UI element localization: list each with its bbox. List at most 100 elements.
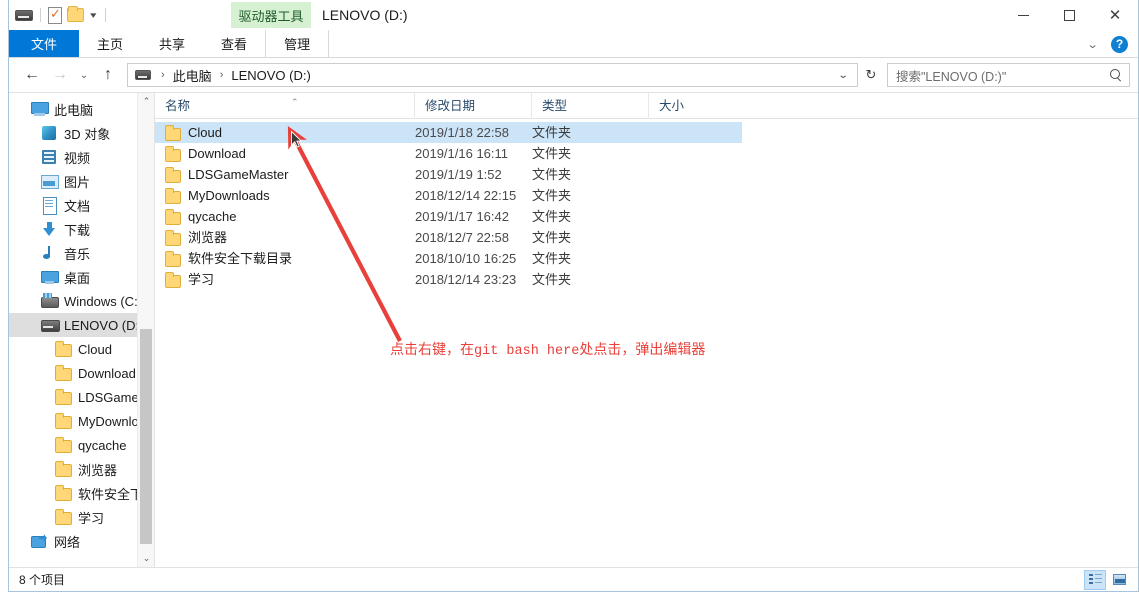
annotation-text-after: 处点击，弹出编辑器 [579,341,706,357]
scroll-down-button[interactable]: ⌄ [138,550,154,567]
breadcrumb-separator-0[interactable]: › [155,69,171,81]
nav-item-7[interactable]: 桌面 [9,265,154,289]
annotation-text: 点击右键，在git bash here处点击，弹出编辑器 [390,339,705,359]
table-row[interactable]: MyDownloads 2018/12/14 22:15 文件夹 [155,185,742,206]
table-row[interactable]: qycache 2019/1/17 16:42 文件夹 [155,206,742,227]
properties-icon[interactable] [48,5,62,24]
sort-ascending-icon: ⌃ [291,96,299,107]
drive-icon[interactable] [15,9,33,21]
nav-item-0[interactable]: 此电脑 [9,97,154,121]
table-row[interactable]: LDSGameMaster 2019/1/19 1:52 文件夹 [155,164,742,185]
chevron-down-icon[interactable]: ⌄ [1081,38,1103,51]
up-button[interactable]: ↑ [95,62,121,88]
new-folder-icon[interactable] [67,6,84,22]
cell-name: LDSGameMaster [155,164,415,185]
nav-item-2[interactable]: 视频 [9,145,154,169]
search-icon[interactable] [1110,68,1123,82]
annotation-text-before: 点击右键，在 [390,341,474,357]
table-row[interactable]: 浏览器 2018/12/7 22:58 文件夹 [155,227,742,248]
nav-item-12[interactable]: LDSGameMas [9,385,154,409]
back-button[interactable]: ← [19,62,45,88]
tab-home[interactable]: 主页 [79,30,141,57]
details-view-button[interactable] [1084,569,1106,590]
breadcrumb-this-pc[interactable]: 此电脑 [171,66,214,85]
scroll-up-button[interactable]: ⌃ [138,93,154,110]
large-icons-view-icon [1112,574,1126,585]
nav-item-13[interactable]: MyDownload [9,409,154,433]
nav-item-label: 浏览器 [78,462,118,478]
nav-item-label: Cloud [78,341,112,357]
large-icons-view-button[interactable] [1108,570,1130,590]
tab-share[interactable]: 共享 [141,30,203,57]
column-header-date[interactable]: 修改日期 [415,93,532,119]
video-icon [41,149,58,165]
folder-icon [55,365,72,381]
table-row[interactable]: Download 2019/1/16 16:11 文件夹 [155,143,742,164]
maximize-button[interactable] [1046,0,1092,30]
cdrive-icon [41,293,59,309]
recent-locations-button[interactable]: ⌄ [75,62,93,88]
nav-item-label: Download [78,365,136,381]
column-header-size[interactable]: 大小 [649,93,729,119]
nav-item-label: 网络 [54,534,81,550]
nav-item-4[interactable]: 文档 [9,193,154,217]
tab-manage[interactable]: 管理 [265,30,330,57]
maximize-icon [1063,9,1075,21]
cell-size [649,206,729,227]
status-bar: 8 个项目 [9,567,1138,591]
table-row[interactable]: 软件安全下载目录 2018/10/10 16:25 文件夹 [155,248,742,269]
folder-icon [55,461,72,477]
table-row[interactable]: Cloud 2019/1/18 22:58 文件夹 [155,122,742,143]
breadcrumb-lenovo-d[interactable]: LENOVO (D:) [229,68,312,83]
nav-item-11[interactable]: Download [9,361,154,385]
nav-item-16[interactable]: 软件安全下载目 [9,481,154,505]
search-box[interactable]: 搜索"LENOVO (D:)" [887,63,1130,87]
tab-view[interactable]: 查看 [203,30,265,57]
column-header-type[interactable]: 类型 [532,93,649,119]
nav-item-6[interactable]: 音乐 [9,241,154,265]
refresh-button[interactable]: ↻ [860,63,882,87]
cell-date: 2019/1/17 16:42 [415,209,509,224]
search-input[interactable]: 搜索"LENOVO (D:)" [896,66,1110,85]
nav-item-label: 学习 [78,510,105,526]
nav-item-17[interactable]: 学习 [9,505,154,529]
scrollbar-thumb[interactable] [140,329,152,544]
customize-chevron-icon[interactable]: ▾ [87,10,99,20]
nav-item-3[interactable]: 图片 [9,169,154,193]
folder-icon [165,251,181,267]
nav-item-10[interactable]: Cloud [9,337,154,361]
chevron-down-icon[interactable]: ⌄ [830,70,857,81]
explorer-frame: ▾ 驱动器工具 LENOVO (D:) ✕ 文件 主页 共享 [8,0,1139,592]
file-name-label: Cloud [188,125,222,140]
nav-item-8[interactable]: Windows (C:) [9,289,154,313]
qat-separator-1 [40,8,41,22]
folder-icon [165,146,181,162]
breadcrumb-separator-1[interactable]: › [214,69,230,81]
nav-item-9[interactable]: LENOVO (D:) [9,313,154,337]
table-row[interactable]: 学习 2018/12/14 23:23 文件夹 [155,269,742,290]
minimize-icon [1017,14,1029,16]
help-icon[interactable]: ? [1111,35,1128,53]
nav-item-15[interactable]: 浏览器 [9,457,154,481]
cell-size [649,248,729,269]
minimize-button[interactable] [1000,0,1046,30]
address-bar[interactable]: › 此电脑 › LENOVO (D:) ⌄ [127,63,858,87]
cell-size [649,143,729,164]
close-button[interactable]: ✕ [1092,0,1138,30]
navigation-pane: 此电脑 3D 对象 视频 图片 文档 下载 音乐 桌面 Windows (C:) LENOVO (… [9,93,154,567]
nav-item-18[interactable]: 网络 [9,529,154,553]
cell-type: 文件夹 [532,125,572,140]
view-toggle-group [1084,569,1134,590]
file-name-label: Download [188,146,246,161]
cell-type: 文件夹 [532,167,572,182]
column-header-name[interactable]: 名称 ⌃ [155,93,415,119]
folder-icon [165,230,181,246]
nav-item-1[interactable]: 3D 对象 [9,121,154,145]
tab-file[interactable]: 文件 [9,30,80,57]
navigation-scrollbar[interactable]: ⌃ ⌄ [137,93,154,567]
cell-size [649,269,729,290]
forward-button[interactable]: → [47,62,73,88]
nav-item-14[interactable]: qycache [9,433,154,457]
cell-date: 2019/1/18 22:58 [415,125,509,140]
nav-item-5[interactable]: 下载 [9,217,154,241]
